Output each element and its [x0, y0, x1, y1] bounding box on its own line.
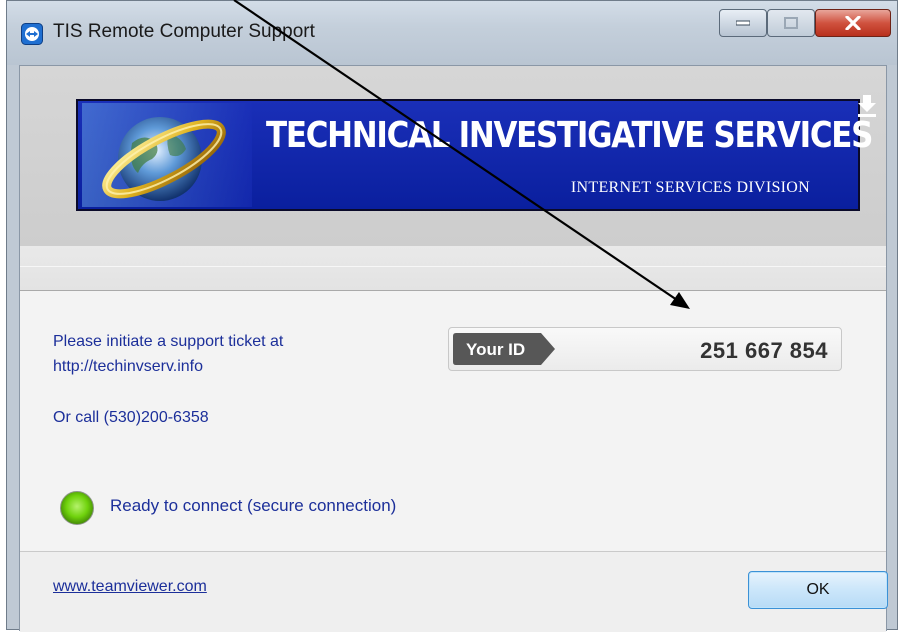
- teamviewer-window: TIS Remote Computer Support TECHNICAL IN…: [6, 0, 898, 632]
- separator-line: [20, 266, 886, 267]
- window-client-area: TECHNICAL INVESTIGATIVE SERVICES INTERNE…: [19, 65, 888, 632]
- maximize-icon: [784, 17, 798, 29]
- title-bar[interactable]: TIS Remote Computer Support: [7, 1, 897, 65]
- teamviewer-link[interactable]: www.teamviewer.com: [53, 578, 207, 596]
- close-icon: [845, 16, 861, 30]
- status-indicator: [60, 491, 94, 525]
- tis-banner: TECHNICAL INVESTIGATIVE SERVICES INTERNE…: [76, 99, 873, 211]
- status-text: Ready to connect (secure connection): [110, 496, 397, 515]
- separator-band: [20, 246, 886, 291]
- your-id-box: Your ID 251 667 854: [448, 327, 842, 371]
- banner-subtitle: INTERNET SERVICES DIVISION: [570, 179, 810, 196]
- banner-area: TECHNICAL INVESTIGATIVE SERVICES INTERNE…: [20, 66, 886, 246]
- close-button[interactable]: [815, 9, 891, 37]
- download-icon[interactable]: [856, 94, 878, 118]
- your-id-label: Your ID: [466, 340, 526, 359]
- main-panel: Please initiate a support ticket at http…: [20, 291, 886, 551]
- teamviewer-icon: [21, 23, 43, 45]
- maximize-button[interactable]: [767, 9, 815, 37]
- ok-button[interactable]: OK: [748, 571, 888, 609]
- footer-bar: www.teamviewer.com OK: [20, 551, 888, 632]
- support-url-text: http://techinvserv.info: [53, 358, 203, 375]
- globe-logo: [82, 103, 252, 207]
- window-title: TIS Remote Computer Support: [53, 21, 315, 42]
- your-id-value[interactable]: 251 667 854: [700, 338, 828, 364]
- phone-text: Or call (530)200-6358: [53, 409, 209, 426]
- minimize-button[interactable]: [719, 9, 767, 37]
- support-ticket-text: Please initiate a support ticket at: [53, 333, 284, 350]
- minimize-icon: [736, 20, 750, 26]
- banner-title: TECHNICAL INVESTIGATIVE SERVICES: [266, 115, 873, 156]
